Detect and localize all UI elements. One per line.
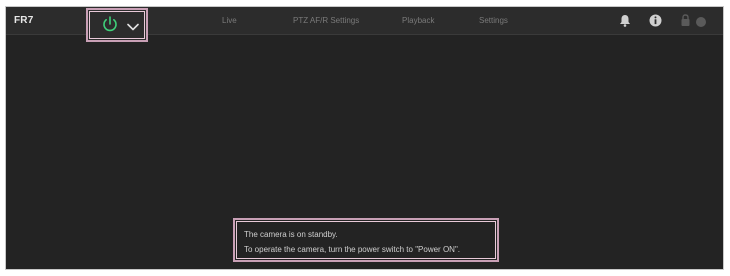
tab-live[interactable]: Live (222, 16, 237, 25)
tab-ptz-afr-settings[interactable]: PTZ AF/R Settings (293, 16, 359, 25)
standby-message: The camera is on standby. To operate the… (233, 218, 499, 262)
status-dot-icon (695, 15, 707, 33)
standby-message-line-2: To operate the camera, turn the power sw… (244, 245, 460, 254)
tab-playback[interactable]: Playback (402, 16, 434, 25)
bell-icon[interactable] (619, 14, 631, 32)
lock-icon[interactable] (680, 14, 691, 32)
chevron-down-icon[interactable] (126, 19, 140, 31)
model-name: FR7 (14, 15, 34, 26)
power-icon[interactable] (102, 15, 118, 33)
power-menu-button[interactable] (86, 8, 148, 42)
tab-settings[interactable]: Settings (479, 16, 508, 25)
standby-message-line-1: The camera is on standby. (244, 230, 338, 239)
info-icon[interactable] (649, 14, 662, 32)
camera-web-app: FR7 Live PTZ AF/R Settings Playback Sett… (5, 6, 724, 270)
